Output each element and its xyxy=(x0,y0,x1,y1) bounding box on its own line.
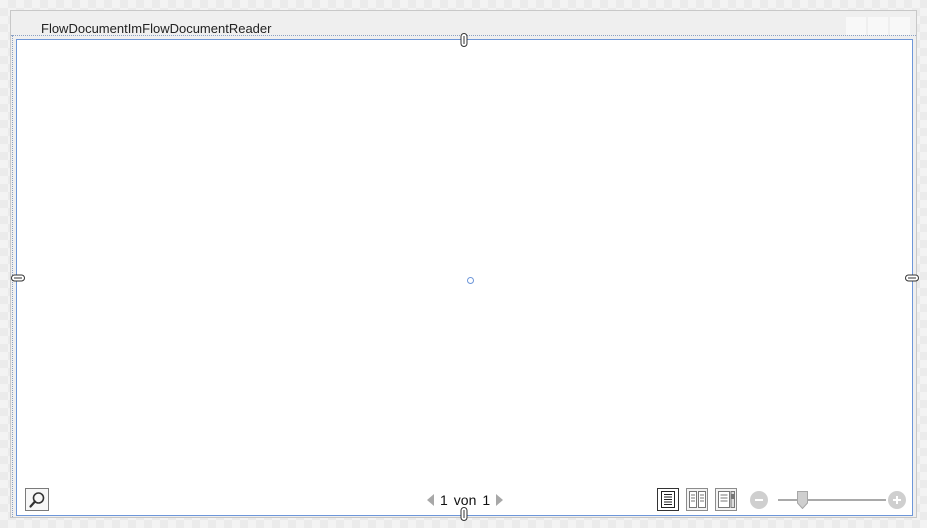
title-button-3[interactable] xyxy=(890,17,910,35)
zoom-slider-thumb[interactable] xyxy=(797,491,809,509)
page-separator: von xyxy=(453,492,477,508)
flow-document-reader[interactable]: 1 von 1 xyxy=(16,39,913,516)
scroll-view-button[interactable] xyxy=(715,488,737,511)
zoom-out-icon xyxy=(755,499,763,501)
search-button[interactable] xyxy=(25,488,49,511)
search-icon xyxy=(29,491,45,508)
zoom-in-icon xyxy=(893,496,901,504)
center-anchor-handle[interactable] xyxy=(467,277,474,284)
previous-page-icon xyxy=(427,494,434,506)
two-page-view-button[interactable] xyxy=(686,488,708,511)
top-pin-handle[interactable] xyxy=(460,33,468,47)
two-page-view-icon xyxy=(688,491,706,508)
next-page-button[interactable] xyxy=(496,494,504,506)
title-button-2[interactable] xyxy=(868,17,888,35)
bottom-pin-handle[interactable] xyxy=(460,507,468,521)
zoom-out-button[interactable] xyxy=(750,491,768,509)
zoom-in-button[interactable] xyxy=(888,491,906,509)
title-button-1[interactable] xyxy=(846,17,866,35)
zoom-slider-track[interactable] xyxy=(778,499,886,501)
single-page-view-icon xyxy=(661,491,675,508)
page-view-button[interactable] xyxy=(657,488,679,511)
left-pin-handle[interactable] xyxy=(11,274,25,282)
designer-window: FlowDocumentImFlowDocumentReader 1 von 1 xyxy=(10,10,919,521)
window-title-buttons xyxy=(846,17,910,35)
previous-page-button[interactable] xyxy=(427,494,434,506)
right-pin-handle[interactable] xyxy=(905,274,919,282)
total-page-count: 1 xyxy=(482,492,491,508)
current-page-number: 1 xyxy=(440,492,448,508)
scroll-view-icon xyxy=(717,491,735,508)
next-page-icon xyxy=(496,494,504,506)
window-title: FlowDocumentImFlowDocumentReader xyxy=(41,21,272,36)
